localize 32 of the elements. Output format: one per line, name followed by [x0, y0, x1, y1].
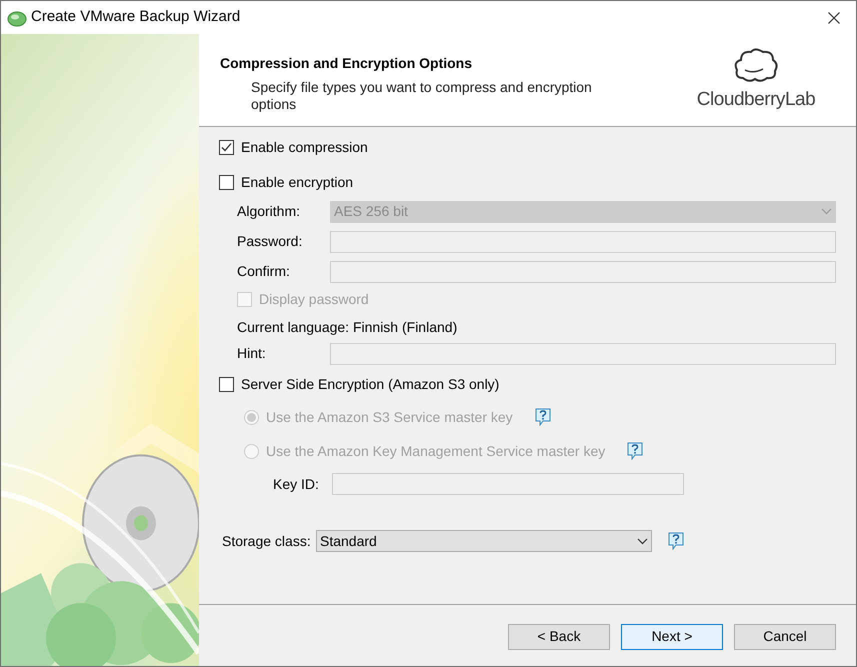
chevron-down-icon [637, 538, 648, 544]
field-label: Key ID: [273, 474, 320, 494]
field-label: Hint: [237, 344, 267, 363]
field-label: Confirm: [237, 262, 291, 281]
wizard-button[interactable]: Next > [621, 624, 723, 650]
checkbox-label: Server Side Encryption (Amazon S3 only) [241, 374, 500, 394]
checkbox[interactable] [219, 376, 234, 392]
help-icon[interactable] [627, 442, 644, 460]
checkbox-label: Enable compression [241, 138, 368, 157]
page-title: Compression and Encryption Options [220, 54, 474, 73]
window-title: Create VMware Backup Wizard [31, 7, 242, 28]
field-label: Password: [237, 232, 304, 251]
wizard-button[interactable]: < Back [508, 624, 610, 650]
checkbox-label: Display password [259, 290, 369, 309]
help-icon[interactable] [668, 532, 684, 550]
checkbox[interactable] [219, 140, 234, 154]
radio-label: Use the Amazon Key Management Service master key [266, 442, 606, 461]
field-label: Storage class: [222, 532, 312, 551]
page-subtitle: Specify file types you want to compress and encryption options [251, 79, 593, 113]
logo-text: CloudberryLab [696, 88, 816, 112]
current-language-text: Current language: Finnish (Finland) [237, 318, 458, 334]
radio-label: Use the Amazon S3 Service master key [266, 408, 513, 427]
app-icon [7, 8, 27, 26]
dropdown[interactable]: Standard [316, 530, 652, 552]
cloud-logo-icon [733, 48, 779, 84]
checkbox[interactable] [219, 174, 234, 190]
close-icon [828, 12, 840, 24]
wizard-button[interactable]: Cancel [734, 624, 836, 650]
field-label: Algorithm: [237, 202, 302, 221]
help-icon[interactable] [534, 408, 551, 426]
checkbox-label: Enable encryption [241, 172, 354, 192]
chevron-down-icon [821, 208, 832, 215]
